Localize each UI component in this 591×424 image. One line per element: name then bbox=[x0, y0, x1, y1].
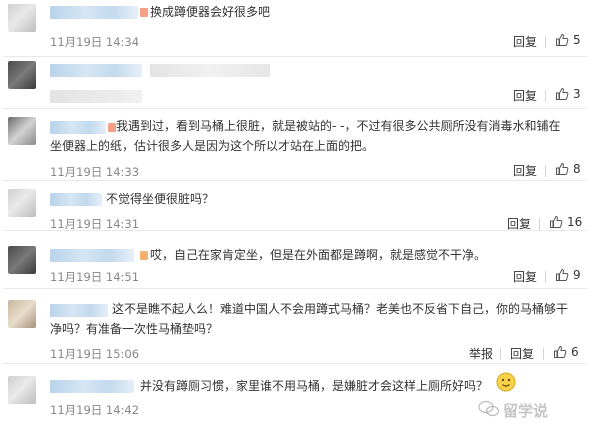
reply-button[interactable]: 回复 bbox=[510, 345, 534, 362]
username[interactable] bbox=[50, 64, 142, 77]
thumbs-up-icon bbox=[550, 215, 563, 228]
comment-item: 回复 3 bbox=[0, 57, 591, 109]
reply-button[interactable]: 回复 bbox=[513, 87, 537, 104]
username[interactable] bbox=[50, 6, 148, 19]
username[interactable] bbox=[50, 380, 134, 393]
user-avatar[interactable] bbox=[8, 300, 36, 328]
comment-time bbox=[50, 90, 142, 103]
thumbs-up-icon bbox=[556, 33, 569, 46]
divider-bar bbox=[545, 165, 546, 177]
user-badge-icon bbox=[140, 251, 148, 260]
comment-text-line1: 这不是瞧不起人么！难道中国人不会用蹲式马桶？老美也不反省下自己，你的马桶够干 bbox=[112, 302, 569, 316]
comment-time: 11月19日 14:42 bbox=[50, 403, 140, 417]
divider-bar bbox=[543, 348, 544, 360]
user-avatar[interactable] bbox=[8, 376, 36, 404]
divider-bar bbox=[545, 36, 546, 48]
username[interactable] bbox=[50, 121, 116, 134]
user-avatar[interactable] bbox=[8, 4, 36, 32]
like-count: 6 bbox=[571, 345, 579, 359]
thumbs-up-icon bbox=[554, 345, 567, 358]
user-avatar[interactable] bbox=[8, 117, 36, 145]
user-badge-icon bbox=[108, 123, 116, 132]
like-count: 8 bbox=[573, 162, 581, 176]
comment-item: 这不是瞧不起人么！难道中国人不会用蹲式马桶？老美也不反省下自己，你的马桶够干 净… bbox=[0, 289, 591, 364]
comment-item: 不觉得坐便很脏吗？ 11月19日 14:31 回复 16 bbox=[0, 181, 591, 231]
comment-item: 哎，自己在家肯定坐，但是在外面都是蹲啊，就是感觉不干净。 11月19日 14:5… bbox=[0, 231, 591, 289]
comment-text: 哎，自己在家肯定坐，但是在外面都是蹲啊，就是感觉不干净。 bbox=[150, 248, 487, 262]
report-button[interactable]: 举报 bbox=[469, 345, 493, 362]
comment-time: 11月19日 14:34 bbox=[50, 35, 140, 49]
reply-button[interactable]: 回复 bbox=[513, 162, 537, 179]
comment-item: 换成蹲便器会好很多吧 11月19日 14:34 回复 5 bbox=[0, 0, 591, 57]
reply-button[interactable]: 回复 bbox=[513, 33, 537, 50]
divider-bar bbox=[545, 90, 546, 102]
like-count: 3 bbox=[573, 87, 581, 101]
like-count: 16 bbox=[567, 215, 583, 229]
user-avatar[interactable] bbox=[8, 189, 36, 217]
thumbs-up-icon bbox=[556, 268, 569, 281]
comment-text-line2: 净吗？有准备一次性马桶垫吗？ bbox=[50, 322, 219, 336]
comment-text-line2: 坐便器上的纸，估计很多人是因为这个所以才站在上面的把。 bbox=[50, 139, 375, 153]
wechat-logo-icon bbox=[478, 400, 500, 417]
divider-bar bbox=[500, 348, 501, 360]
thumbs-up-icon bbox=[556, 87, 569, 100]
comment-text-line1: 我遇到过，看到马桶上很脏，就是被站的- -，不过有很多公共厕所没有消毒水和铺在 bbox=[116, 119, 561, 133]
username[interactable] bbox=[50, 304, 108, 317]
divider-bar bbox=[539, 218, 540, 230]
thumbs-up-icon bbox=[556, 162, 569, 175]
user-avatar[interactable] bbox=[8, 246, 36, 274]
username[interactable] bbox=[50, 249, 148, 262]
smiley-emoji-icon bbox=[496, 372, 516, 392]
comment-time: 11月19日 14:51 bbox=[50, 270, 140, 284]
comment-item: 我遇到过，看到马桶上很脏，就是被站的- -，不过有很多公共厕所没有消毒水和铺在 … bbox=[0, 109, 591, 181]
like-count: 5 bbox=[573, 33, 581, 47]
comment-text bbox=[150, 64, 270, 77]
user-avatar[interactable] bbox=[8, 61, 36, 89]
comment-text: 换成蹲便器会好很多吧 bbox=[150, 5, 271, 19]
reply-button[interactable]: 回复 bbox=[513, 268, 537, 285]
user-badge-icon bbox=[140, 8, 148, 17]
divider-bar bbox=[545, 271, 546, 283]
watermark-text: 留学说 bbox=[503, 402, 549, 420]
comment-time: 11月19日 15:06 bbox=[50, 347, 140, 361]
comment-text: 并没有蹲厕习惯，家里谁不用马桶，是嫌脏才会这样上厕所好吗？ bbox=[140, 379, 489, 393]
comment-time: 11月19日 14:33 bbox=[50, 165, 140, 179]
username[interactable] bbox=[50, 193, 102, 206]
like-count: 9 bbox=[573, 268, 581, 282]
comment-text: 不觉得坐便很脏吗？ bbox=[106, 192, 215, 206]
